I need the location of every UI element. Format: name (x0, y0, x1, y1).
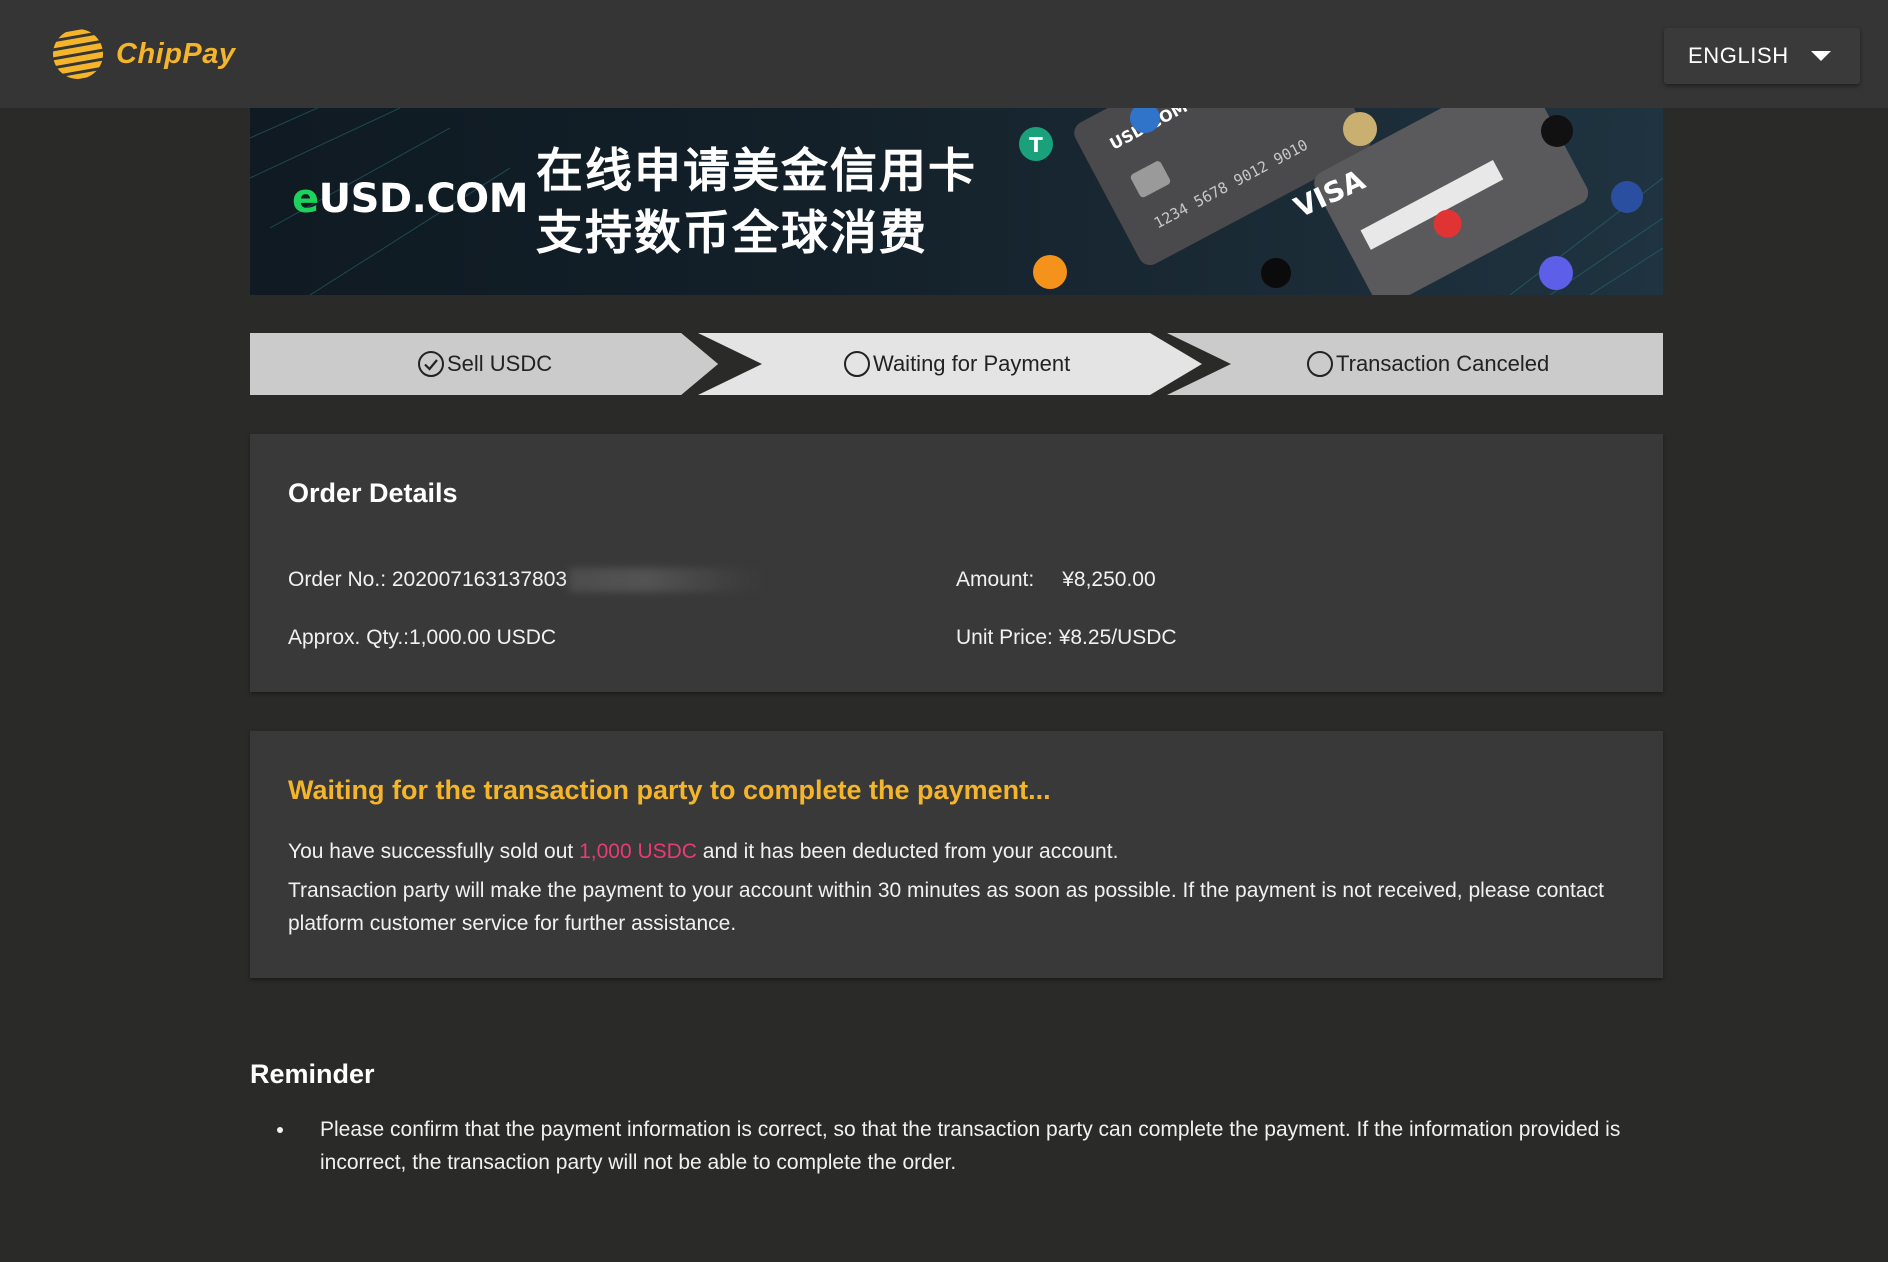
order-details-card: Order Details Order No.: 202007163137803… (250, 434, 1663, 692)
circle-outline-icon (1307, 351, 1333, 377)
approx-qty-value: 1,000.00 USDC (409, 626, 557, 649)
check-circle-icon (418, 351, 444, 377)
circle-outline-icon (844, 351, 870, 377)
step-transaction-canceled[interactable]: Transaction Canceled (1307, 333, 1549, 395)
eusd-brand-rest: USD.COM (318, 176, 529, 222)
amount-field: Amount: ¥8,250.00 (956, 568, 1156, 592)
payment-status-title: Waiting for the transaction party to com… (288, 775, 1051, 805)
approx-qty-label: Approx. Qty.: (288, 626, 409, 649)
amount-value: ¥8,250.00 (1062, 568, 1156, 591)
banner-line-2: 支持数币全球消费 (536, 206, 928, 259)
solana-icon (1541, 115, 1573, 147)
order-details-title: Order Details (288, 478, 458, 508)
language-selector[interactable]: ENGLISH (1664, 28, 1860, 84)
unit-price-label: Unit Price: (956, 626, 1059, 649)
payment-status-card: Waiting for the transaction party to com… (250, 731, 1663, 978)
redacted-blur (569, 568, 766, 593)
reminder-title: Reminder (250, 1059, 375, 1089)
order-number-label: Order No.: (288, 568, 392, 591)
bitcoin-icon (1033, 255, 1067, 289)
step-sell-usdc[interactable]: Sell USDC (418, 333, 552, 395)
amount-label: Amount: (956, 568, 1035, 591)
chippay-logo-icon (53, 29, 103, 79)
step-label: Sell USDC (447, 351, 553, 376)
sold-amount-highlight: 1,000 USDC (579, 840, 697, 863)
step-label: Waiting for Payment (873, 351, 1071, 376)
banner-line-1: 在线申请美金信用卡 (536, 144, 977, 197)
dogecoin-icon (1343, 112, 1377, 146)
order-number-field: Order No.: 202007163137803 (288, 568, 766, 593)
order-number-value[interactable]: 202007163137803 (392, 568, 567, 591)
step-waiting-for-payment[interactable]: Waiting for Payment (844, 333, 1070, 395)
svg-text:T: T (1029, 133, 1043, 157)
sold-out-text-before: You have successfully sold out (288, 840, 580, 863)
approx-qty-field: Approx. Qty.:1,000.00 USDC (288, 626, 556, 650)
unit-price-field: Unit Price: ¥8.25/USDC (956, 626, 1177, 650)
eusd-brand-e: e (292, 176, 319, 222)
step-label: Transaction Canceled (1336, 351, 1550, 376)
banner-headline: 在线申请美金信用卡 支持数币全球消费 (536, 140, 977, 264)
language-label: ENGLISH (1688, 43, 1789, 68)
top-header: ChipPay ENGLISH (0, 0, 1888, 108)
cardano-icon (1611, 181, 1643, 213)
ethereum-icon (1539, 256, 1573, 290)
sold-out-text-after: and it has been deducted from your accou… (696, 840, 1119, 863)
payment-timing-message: Transaction party will make the payment … (288, 879, 1604, 935)
app-name: ChipPay (116, 37, 236, 70)
chevron-down-icon (1810, 51, 1831, 61)
unit-price-value: ¥8.25/USDC (1058, 626, 1177, 649)
order-progress-stepper: Sell USDC Waiting for Payment Transactio… (250, 333, 1663, 395)
sold-out-message: You have successfully sold out 1,000 USD… (288, 835, 1628, 868)
eusd-brand: eUSD.COM (292, 176, 529, 222)
promo-banner[interactable]: USD.COM 1234 5678 9012 9010 VISA T eUSD.… (250, 108, 1663, 295)
reminder-list: Please confirm that the payment informat… (296, 1113, 1666, 1179)
reminder-item: Please confirm that the payment informat… (296, 1113, 1666, 1179)
chippay-logo[interactable]: ChipPay (50, 24, 236, 84)
x-coin-icon (1261, 258, 1291, 288)
